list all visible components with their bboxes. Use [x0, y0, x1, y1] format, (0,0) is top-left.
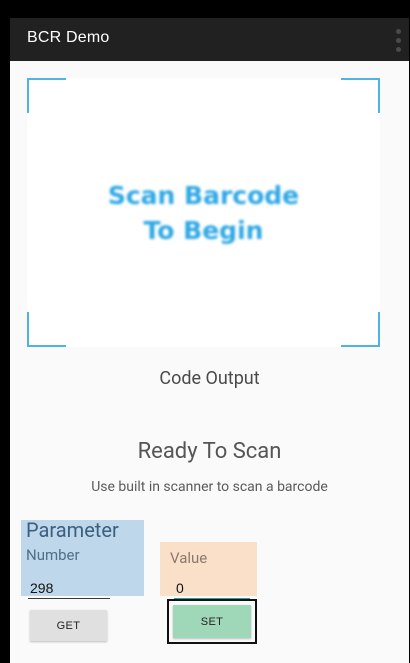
frame-corner-top-left — [27, 78, 66, 113]
app-screen: BCR Demo Scan Barcode To Begin Code Outp… — [10, 18, 409, 663]
action-bar: BCR Demo — [10, 18, 409, 61]
scan-hint: Use built in scanner to scan a barcode — [91, 479, 328, 495]
frame-corner-bottom-right — [341, 312, 380, 347]
frame-corner-bottom-left — [27, 312, 66, 347]
parameter-number-label: Number — [26, 546, 80, 564]
scan-prompt-line1: Scan Barcode — [107, 181, 300, 210]
parameter-number-input[interactable] — [28, 578, 110, 599]
scanner-viewport[interactable]: Scan Barcode To Begin — [27, 78, 380, 347]
value-label: Value — [170, 549, 208, 567]
value-input[interactable] — [174, 578, 250, 600]
set-button[interactable]: SET — [173, 605, 251, 638]
frame-corner-top-right — [341, 78, 380, 113]
scan-prompt-line2: To Begin — [143, 216, 264, 245]
more-vert-icon[interactable] — [393, 22, 403, 58]
scan-status: Ready To Scan — [137, 439, 282, 464]
parameter-title: Parameter — [26, 518, 119, 542]
code-output-label: Code Output — [159, 368, 260, 389]
get-button[interactable]: GET — [30, 610, 107, 641]
app-title: BCR Demo — [27, 29, 110, 46]
set-button-focus-ring: SET — [167, 599, 257, 644]
scan-prompt: Scan Barcode To Begin — [27, 178, 380, 248]
